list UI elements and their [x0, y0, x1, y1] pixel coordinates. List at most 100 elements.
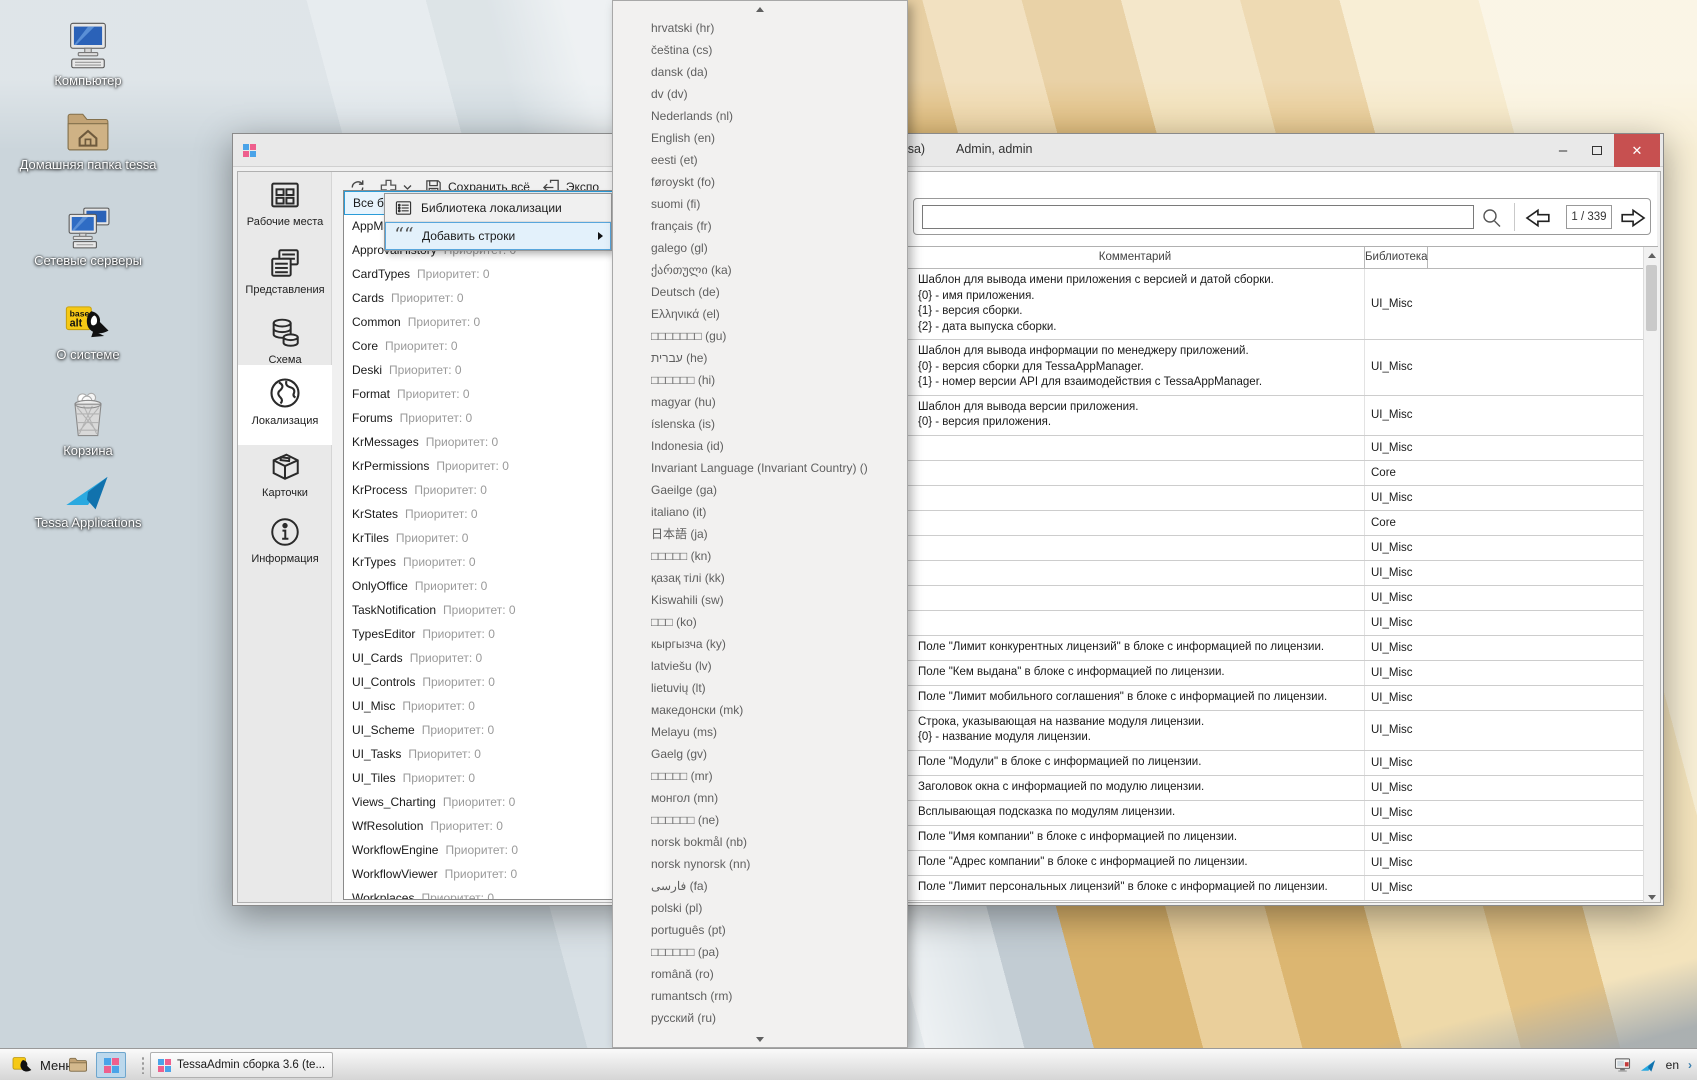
table-row[interactable]: Поле "Кем выдана" в блоке с информацией …: [906, 661, 1643, 686]
header-library[interactable]: Библиотека: [1365, 247, 1428, 269]
desktop-icon-computer[interactable]: Компьютер: [3, 20, 173, 88]
language-option[interactable]: English (en): [613, 127, 907, 149]
language-option[interactable]: □□□□□□ (ne): [613, 809, 907, 831]
language-option[interactable]: magyar (hu): [613, 391, 907, 413]
library-list-item[interactable]: KrPermissionsПриоритет: 0: [344, 455, 617, 479]
library-list-item[interactable]: OnlyOfficeПриоритет: 0: [344, 575, 617, 599]
table-row[interactable]: UI_Misc: [906, 436, 1643, 461]
language-option[interactable]: македонски (mk): [613, 699, 907, 721]
library-list-item[interactable]: UI_CardsПриоритет: 0: [344, 647, 617, 671]
language-option[interactable]: íslenska (is): [613, 413, 907, 435]
library-list-item[interactable]: WorkplacesПриоритет: 0: [344, 887, 617, 900]
library-list-item[interactable]: KrTypesПриоритет: 0: [344, 551, 617, 575]
table-row[interactable]: UI_Misc: [906, 561, 1643, 586]
library-list-item[interactable]: CommonПриоритет: 0: [344, 311, 617, 335]
library-list-item[interactable]: KrTilesПриоритет: 0: [344, 527, 617, 551]
sidebar-item-information[interactable]: Информация: [238, 509, 332, 575]
language-option[interactable]: Invariant Language (Invariant Country) (…: [613, 457, 907, 479]
keyboard-layout-indicator[interactable]: en: [1666, 1058, 1679, 1072]
menu-item-localization-library[interactable]: Библиотека локализации: [385, 194, 611, 222]
library-list-item[interactable]: TypesEditorПриоритет: 0: [344, 623, 617, 647]
language-option[interactable]: galego (gl): [613, 237, 907, 259]
language-option[interactable]: □□□□□ (mr): [613, 765, 907, 787]
library-list-item[interactable]: UI_SchemeПриоритет: 0: [344, 719, 617, 743]
table-row[interactable]: Заголовок окна с информацией по модулю л…: [906, 776, 1643, 801]
tray-expand-icon[interactable]: ›: [1688, 1058, 1692, 1072]
close-button[interactable]: ✕: [1614, 134, 1660, 167]
library-list-item[interactable]: WorkflowEngineПриоритет: 0: [344, 839, 617, 863]
table-row[interactable]: UI_Misc: [906, 611, 1643, 636]
library-list-item[interactable]: DeskiПриоритет: 0: [344, 359, 617, 383]
language-option[interactable]: Deutsch (de): [613, 281, 907, 303]
language-option[interactable]: Kiswahili (sw): [613, 589, 907, 611]
language-option[interactable]: dansk (da): [613, 61, 907, 83]
desktop-icon-trash[interactable]: Корзина: [3, 390, 173, 458]
language-option[interactable]: čeština (cs): [613, 39, 907, 61]
language-option[interactable]: □□□□□ (kn): [613, 545, 907, 567]
language-option[interactable]: norsk bokmål (nb): [613, 831, 907, 853]
language-option[interactable]: עברית (he): [613, 347, 907, 369]
file-manager-button[interactable]: [64, 1052, 92, 1078]
language-option[interactable]: русский (ru): [613, 1007, 907, 1029]
table-row[interactable]: Поле "Лимит конкурентных лицензий" в бло…: [906, 636, 1643, 661]
library-list-item[interactable]: UI_TilesПриоритет: 0: [344, 767, 617, 791]
language-option[interactable]: português (pt): [613, 919, 907, 941]
library-list-item[interactable]: UI_TasksПриоритет: 0: [344, 743, 617, 767]
table-row[interactable]: Core: [906, 511, 1643, 536]
taskbar-task-tessaadmin[interactable]: TessaAdmin сборка 3.6 (te...: [150, 1052, 333, 1078]
library-list-item[interactable]: Views_ChartingПриоритет: 0: [344, 791, 617, 815]
sidebar-item-views[interactable]: Представления: [238, 240, 332, 306]
language-option[interactable]: Gaeilge (ga): [613, 479, 907, 501]
library-list-item[interactable]: UI_MiscПриоритет: 0: [344, 695, 617, 719]
table-row[interactable]: Core: [906, 461, 1643, 486]
search-input[interactable]: [922, 205, 1474, 229]
language-option[interactable]: føroyskt (fo): [613, 171, 907, 193]
language-option[interactable]: монгол (mn): [613, 787, 907, 809]
language-option[interactable]: Nederlands (nl): [613, 105, 907, 127]
table-row[interactable]: UI_Misc: [906, 586, 1643, 611]
tessa-app-button[interactable]: [96, 1052, 126, 1078]
taskbar-separator[interactable]: [141, 1056, 146, 1074]
language-option[interactable]: Gaelg (gv): [613, 743, 907, 765]
scroll-up-button[interactable]: [1644, 247, 1659, 263]
language-option[interactable]: □□□ (ko): [613, 611, 907, 633]
library-list-item[interactable]: CardTypesПриоритет: 0: [344, 263, 617, 287]
language-option[interactable]: română (ro): [613, 963, 907, 985]
table-row[interactable]: Шаблон для вывода версии приложения. {0}…: [906, 396, 1643, 436]
language-option[interactable]: dv (dv): [613, 83, 907, 105]
language-option[interactable]: Ελληνικά (el): [613, 303, 907, 325]
sidebar-item-localization[interactable]: Локализация: [238, 365, 332, 445]
dropdown-scroll-down[interactable]: [613, 1031, 907, 1047]
prev-arrow-icon[interactable]: [1524, 206, 1554, 230]
next-arrow-icon[interactable]: [1617, 206, 1647, 230]
language-option[interactable]: فارسی (fa): [613, 875, 907, 897]
header-comment[interactable]: Комментарий: [906, 247, 1365, 269]
language-option[interactable]: lietuvių (lt): [613, 677, 907, 699]
table-row[interactable]: Шаблон для вывода имени приложения с вер…: [906, 269, 1643, 340]
language-option[interactable]: suomi (fi): [613, 193, 907, 215]
sidebar-item-cards[interactable]: Карточки: [238, 443, 332, 509]
minimize-button[interactable]: –: [1546, 134, 1580, 167]
language-option[interactable]: ქართული (ka): [613, 259, 907, 281]
library-list-item[interactable]: WorkflowViewerПриоритет: 0: [344, 863, 617, 887]
table-row[interactable]: Поле "Лимит персональных лицензий" в бло…: [906, 876, 1643, 901]
library-list-item[interactable]: TaskNotificationПриоритет: 0: [344, 599, 617, 623]
table-row[interactable]: Поле "Модули" в блоке с информацией по л…: [906, 751, 1643, 776]
library-list-item[interactable]: KrMessagesПриоритет: 0: [344, 431, 617, 455]
library-list-item[interactable]: FormatПриоритет: 0: [344, 383, 617, 407]
language-option[interactable]: hrvatski (hr): [613, 17, 907, 39]
language-option[interactable]: 日本語 (ja): [613, 523, 907, 545]
library-list-item[interactable]: WfResolutionПриоритет: 0: [344, 815, 617, 839]
menu-item-add-strings[interactable]: ““ Добавить строки: [385, 222, 611, 250]
language-option[interactable]: □□□□□□ (hi): [613, 369, 907, 391]
table-row[interactable]: Шаблон для вывода информации по менеджер…: [906, 340, 1643, 396]
display-tray-icon[interactable]: [1614, 1057, 1631, 1073]
table-scrollbar[interactable]: [1643, 247, 1658, 903]
scroll-down-button[interactable]: [1644, 889, 1659, 903]
table-row[interactable]: Поле "Адрес компании" в блоке с информац…: [906, 851, 1643, 876]
bird-tray-icon[interactable]: [1640, 1058, 1657, 1073]
library-list-item[interactable]: CoreПриоритет: 0: [344, 335, 617, 359]
titlebar[interactable]: TessaAdmin сборка 3.6 (tessa) Admin, adm…: [233, 134, 1663, 167]
language-option[interactable]: norsk nynorsk (nn): [613, 853, 907, 875]
language-option[interactable]: polski (pl): [613, 897, 907, 919]
